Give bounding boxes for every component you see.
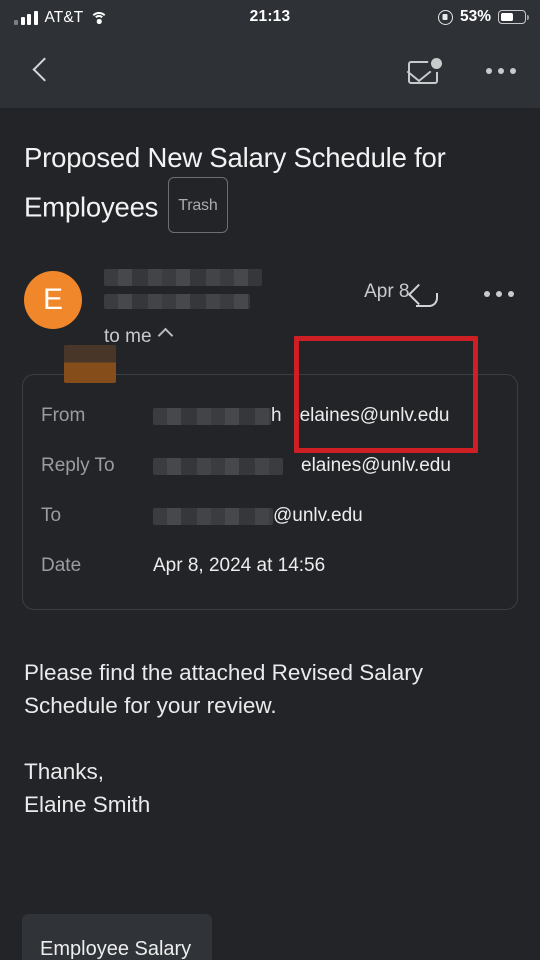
attachment-card[interactable]: Employee Salary Schedule.pdf PDF PDF bbox=[22, 914, 212, 960]
body-paragraph: Please find the attached Revised Salary … bbox=[24, 660, 423, 718]
more-options-icon[interactable] bbox=[484, 60, 519, 83]
value-email[interactable]: @unlv.edu bbox=[273, 505, 363, 527]
reply-arrow-icon[interactable] bbox=[410, 281, 442, 307]
message-more-options-icon[interactable] bbox=[482, 283, 517, 306]
details-card: From h elaines@unlv.edu Reply To elaines… bbox=[22, 374, 518, 610]
value-redacted bbox=[153, 407, 271, 425]
body-signoff: Thanks, bbox=[24, 759, 105, 784]
chevron-up-icon bbox=[157, 327, 173, 344]
detail-value: @unlv.edu bbox=[153, 505, 363, 527]
status-bar: AT&T 21:13 53% bbox=[0, 0, 540, 34]
detail-row-from: From h elaines@unlv.edu bbox=[41, 391, 499, 441]
sender-info[interactable]: Apr 8 to me bbox=[82, 267, 410, 348]
value-date: Apr 8, 2024 at 14:56 bbox=[153, 555, 326, 576]
folder-badge[interactable]: Trash bbox=[168, 177, 228, 233]
email-subject: Proposed New Salary Schedule for Employe… bbox=[0, 108, 540, 237]
body-sender-name: Elaine Smith bbox=[24, 792, 151, 817]
sender-row: E Apr 8 to me bbox=[0, 237, 540, 348]
value-redacted bbox=[153, 457, 283, 475]
email-date-short: Apr 8 bbox=[364, 280, 410, 302]
rotation-lock-icon bbox=[437, 9, 453, 25]
avatar-redaction-overlay bbox=[64, 345, 116, 383]
navigation-actions bbox=[406, 57, 519, 85]
value-email[interactable]: elaines@unlv.edu bbox=[300, 405, 450, 427]
value-redacted bbox=[153, 507, 273, 525]
sender-email-redacted bbox=[104, 294, 250, 309]
email-body: Please find the attached Revised Salary … bbox=[0, 610, 540, 821]
detail-label: From bbox=[41, 405, 86, 426]
envelope-unread-icon[interactable] bbox=[406, 57, 442, 85]
status-bar-clock: 21:13 bbox=[249, 8, 291, 25]
recipients-summary[interactable]: to me bbox=[104, 326, 410, 348]
navigation-bar bbox=[0, 34, 540, 108]
avatar[interactable]: E bbox=[24, 271, 82, 329]
detail-label: Reply To bbox=[41, 455, 115, 476]
detail-row-date: Date Apr 8, 2024 at 14:56 bbox=[41, 541, 499, 591]
value-tail: h bbox=[271, 405, 282, 426]
detail-value: Apr 8, 2024 at 14:56 bbox=[153, 555, 325, 577]
sender-name-redacted bbox=[104, 269, 262, 286]
detail-value: h elaines@unlv.edu bbox=[153, 405, 450, 427]
battery-icon bbox=[498, 10, 529, 24]
attachment-filename: Employee Salary Schedule.pdf bbox=[40, 938, 192, 960]
email-subject-text: Proposed New Salary Schedule for Employe… bbox=[24, 142, 446, 223]
value-email[interactable]: elaines@unlv.edu bbox=[301, 455, 451, 477]
back-chevron-icon[interactable] bbox=[22, 51, 62, 91]
message-actions bbox=[410, 267, 517, 307]
sender-name-line: Apr 8 bbox=[104, 269, 410, 314]
detail-row-reply-to: Reply To elaines@unlv.edu bbox=[41, 441, 499, 491]
detail-label: Date bbox=[41, 555, 82, 576]
detail-label: To bbox=[41, 505, 62, 526]
detail-value: elaines@unlv.edu bbox=[153, 455, 451, 477]
email-content: Proposed New Salary Schedule for Employe… bbox=[0, 108, 540, 960]
detail-row-to: To @unlv.edu bbox=[41, 491, 499, 541]
